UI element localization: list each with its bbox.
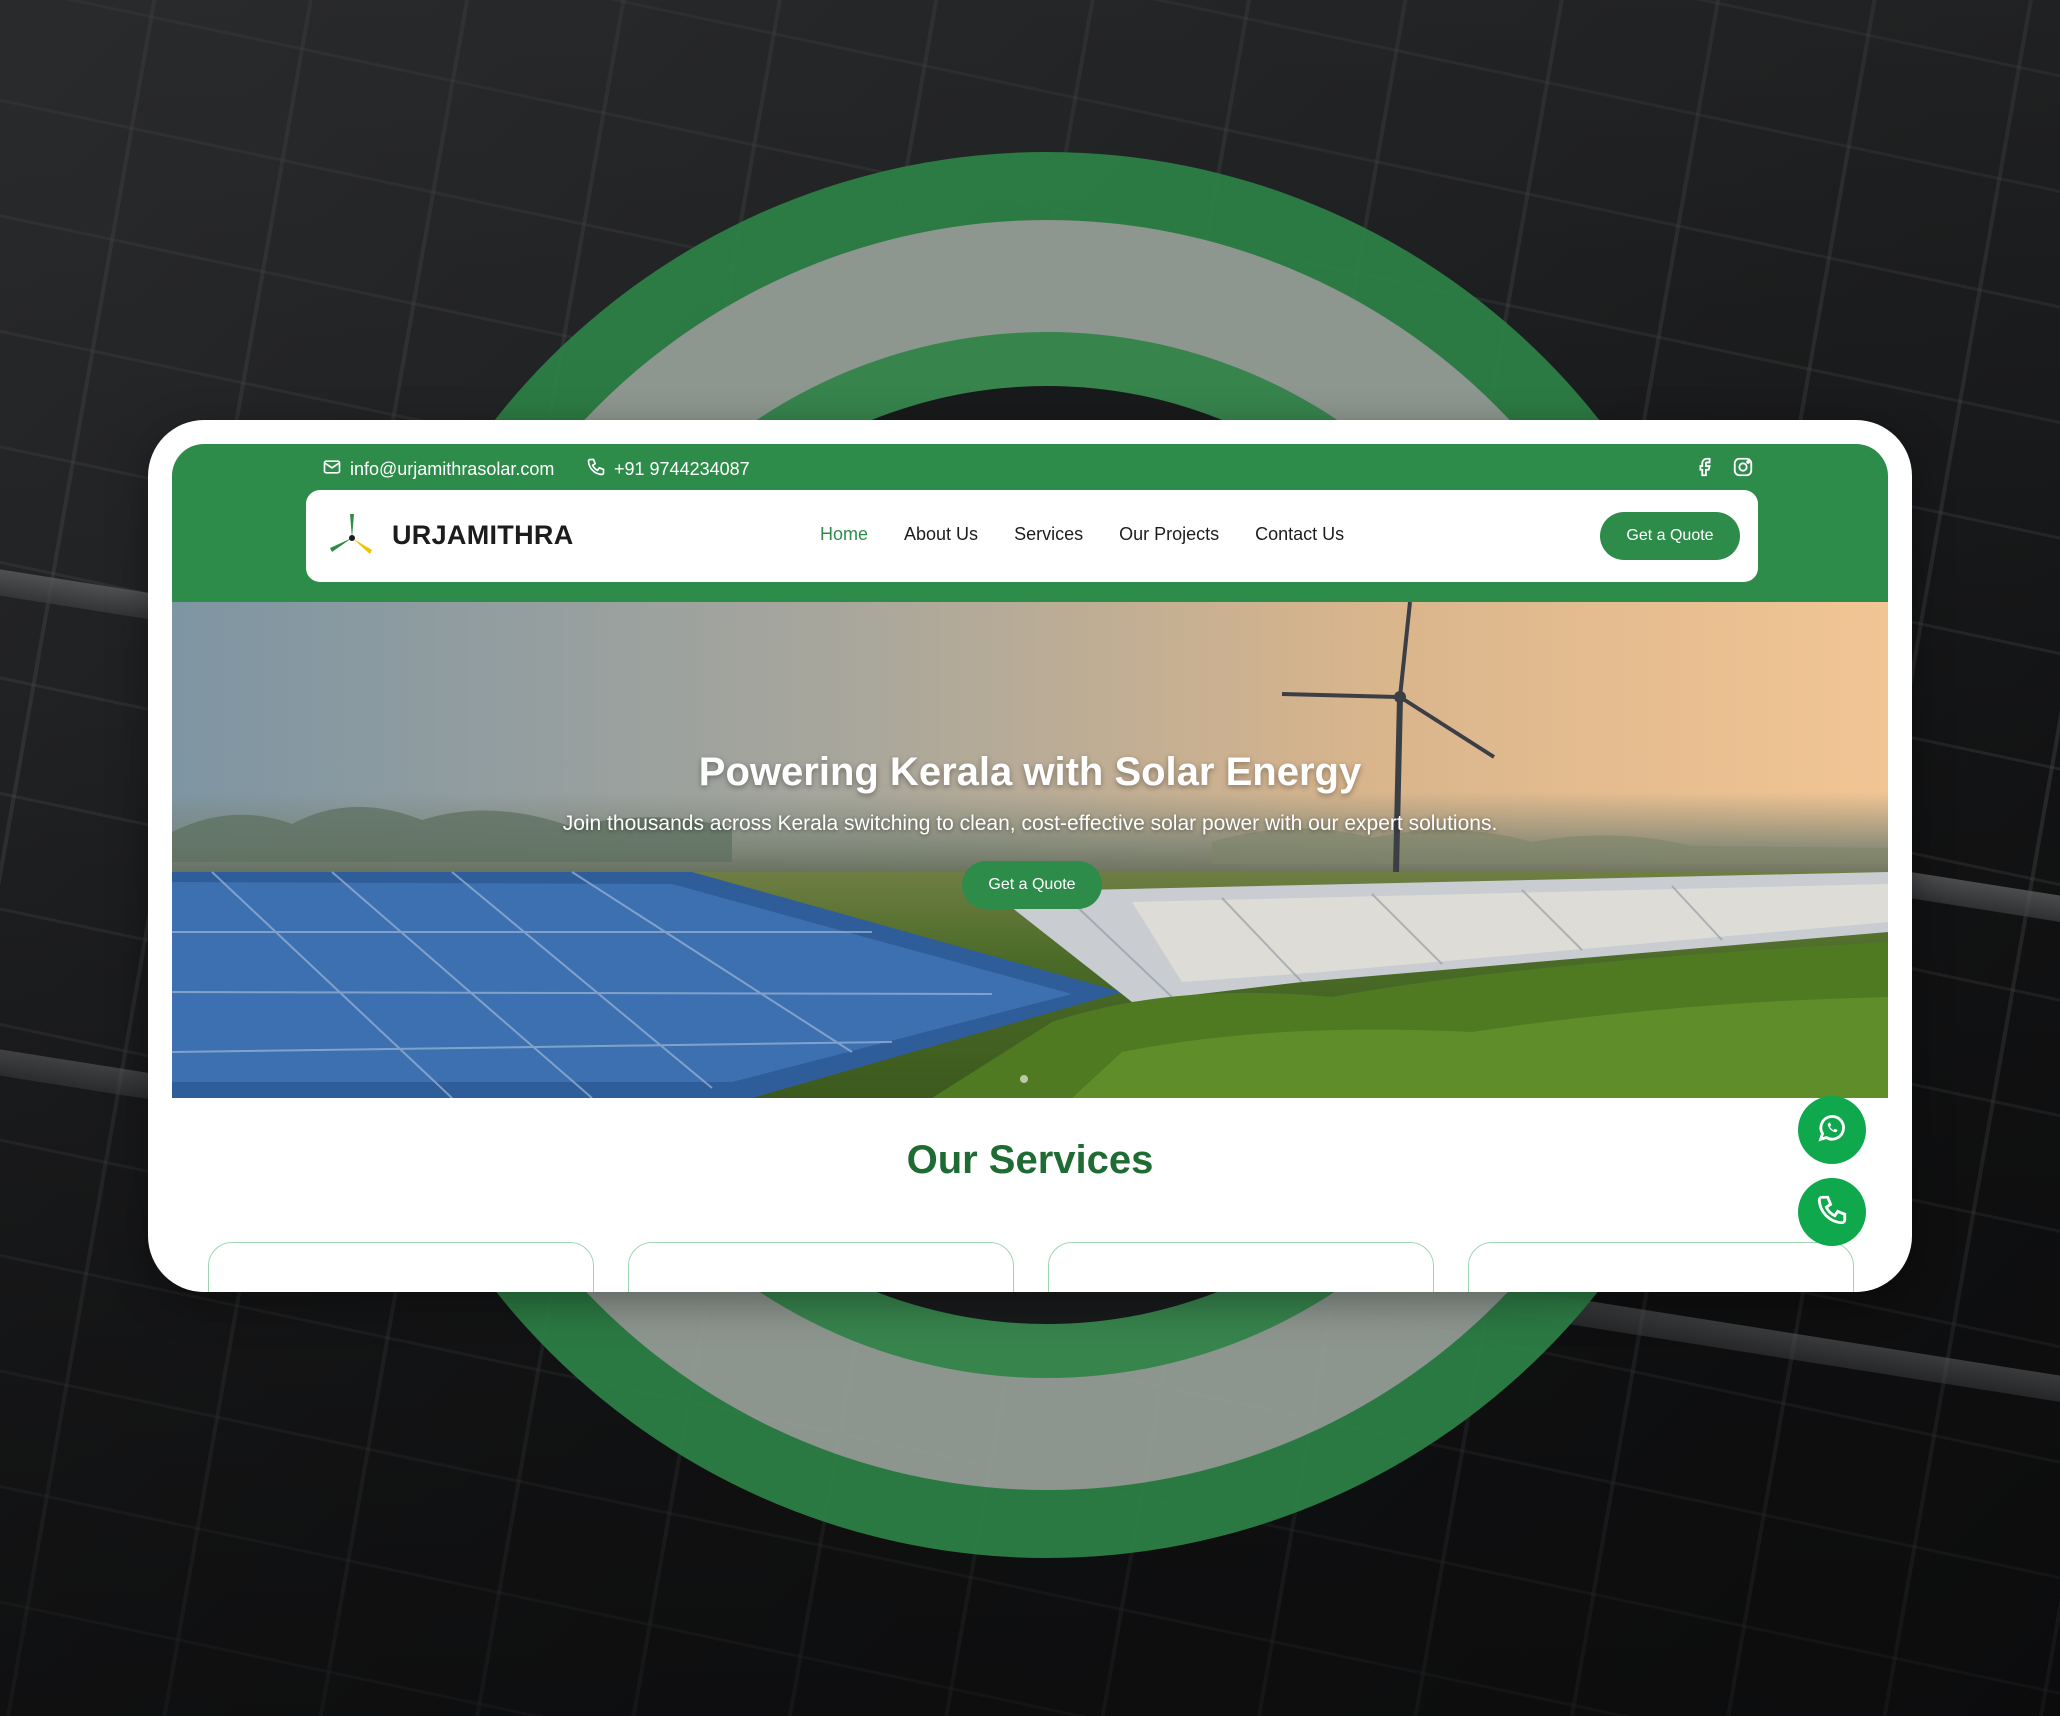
hero-subtitle: Join thousands across Kerala switching t… — [562, 812, 1498, 835]
whatsapp-button[interactable] — [1798, 1096, 1866, 1164]
service-card[interactable] — [1468, 1242, 1854, 1292]
email-contact[interactable]: info@urjamithrasolar.com — [322, 456, 554, 482]
hero-title: Powering Kerala with Solar Energy — [698, 750, 1362, 794]
brand-name[interactable]: URJAMITHRA — [392, 520, 574, 551]
main-nav: Home About Us Services Our Projects Cont… — [820, 524, 1380, 545]
nav-our-projects[interactable]: Our Projects — [1119, 524, 1219, 545]
nav-contact-us[interactable]: Contact Us — [1255, 524, 1344, 545]
social-links — [1694, 456, 1754, 478]
hero-banner: Powering Kerala with Solar Energy Join t… — [172, 602, 1888, 1098]
website: info@urjamithrasolar.com +91 9744234087 — [172, 444, 1888, 1292]
navbar: URJAMITHRA Home About Us Services Our Pr… — [306, 490, 1758, 582]
service-card[interactable] — [208, 1242, 594, 1292]
instagram-icon[interactable] — [1732, 456, 1754, 478]
hero-solar-farm-image — [172, 602, 1888, 1098]
email-text: info@urjamithrasolar.com — [350, 458, 555, 479]
header: info@urjamithrasolar.com +91 9744234087 — [172, 444, 1888, 602]
service-card[interactable] — [1048, 1242, 1434, 1292]
service-card[interactable] — [628, 1242, 1014, 1292]
call-button[interactable] — [1798, 1178, 1866, 1246]
phone-contact[interactable]: +91 9744234087 — [586, 456, 750, 482]
phone-text: +91 9744234087 — [614, 458, 750, 479]
phone-icon — [586, 457, 606, 482]
website-preview-card: info@urjamithrasolar.com +91 9744234087 — [148, 420, 1912, 1292]
phone-icon — [1815, 1193, 1849, 1232]
get-quote-button[interactable]: Get a Quote — [1600, 512, 1740, 560]
hero-get-quote-button[interactable]: Get a Quote — [962, 861, 1102, 909]
mail-icon — [322, 457, 342, 482]
whatsapp-icon — [1815, 1111, 1849, 1150]
nav-services[interactable]: Services — [1014, 524, 1083, 545]
services-heading: Our Services — [906, 1138, 1154, 1182]
nav-home[interactable]: Home — [820, 524, 868, 545]
nav-about-us[interactable]: About Us — [904, 524, 978, 545]
facebook-icon[interactable] — [1694, 456, 1716, 478]
logo-icon[interactable] — [324, 508, 380, 564]
carousel-indicator[interactable] — [1020, 1075, 1028, 1083]
